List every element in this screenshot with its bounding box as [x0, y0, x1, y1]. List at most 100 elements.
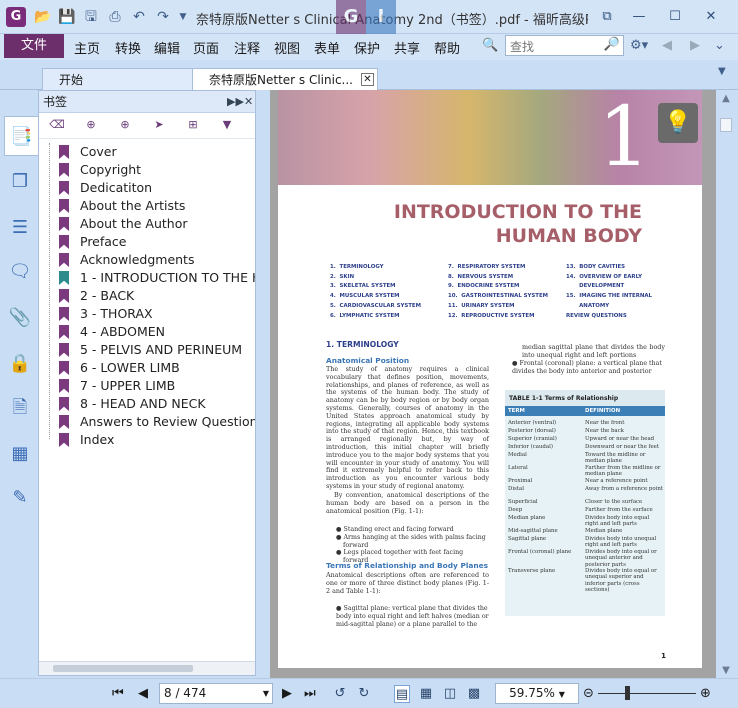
panel-close-icon[interactable]: ✕: [244, 91, 253, 113]
previous-page-icon[interactable]: ◀: [138, 685, 148, 703]
minimize-icon[interactable]: —: [628, 6, 650, 28]
previous-view-icon[interactable]: ↺: [332, 685, 348, 703]
zoom-dropdown-icon[interactable]: ▼: [559, 690, 565, 699]
restore-icon[interactable]: ⧉: [596, 6, 618, 28]
continuous-view-icon[interactable]: ▦: [418, 685, 434, 703]
forward-arrow-icon[interactable]: ▶: [690, 38, 700, 53]
toc-entry[interactable]: 10. GASTROINTESTINAL SYSTEM: [448, 292, 564, 302]
scroll-up-icon[interactable]: ▲: [719, 92, 733, 106]
toc-entry[interactable]: 11. URINARY SYSTEM: [448, 302, 564, 312]
security-lock-icon[interactable]: 🔒: [8, 352, 32, 376]
toc-entry[interactable]: 3. SKELETAL SYSTEM: [330, 282, 446, 292]
zoom-out-icon[interactable]: ⊝: [583, 685, 594, 703]
layers-icon[interactable]: ☰: [8, 216, 32, 240]
menu-convert[interactable]: 转换: [115, 38, 141, 57]
toc-entry[interactable]: 4. MUSCULAR SYSTEM: [330, 292, 446, 302]
bookmark-from-page-icon[interactable]: ⊞: [185, 117, 201, 133]
toc-entry[interactable]: 8. NERVOUS SYSTEM: [448, 273, 564, 283]
scrollbar-thumb-vertical[interactable]: [720, 118, 732, 132]
scrollbar-thumb[interactable]: [53, 665, 193, 672]
menu-home[interactable]: 主页: [74, 38, 100, 57]
toc-entry[interactable]: 5. CARDIOVASCULAR SYSTEM: [330, 302, 446, 312]
expand-bookmarks-icon[interactable]: ▼: [219, 117, 235, 133]
tab-close-icon[interactable]: ✕: [361, 73, 374, 86]
toc-entry[interactable]: 13. BODY CAVITIES: [566, 263, 682, 273]
last-page-icon[interactable]: ⏭: [304, 685, 316, 703]
scroll-down-icon[interactable]: ▼: [719, 664, 733, 678]
panel-collapse-icon[interactable]: ▶▶: [227, 91, 244, 113]
table-cell-definition: Near the back: [585, 428, 624, 434]
page-thumbnails-icon[interactable]: ❐: [8, 170, 32, 194]
save-icon[interactable]: 💾: [58, 8, 76, 26]
search-icon[interactable]: 🔎: [604, 37, 620, 52]
toc-entry[interactable]: 2. SKIN: [330, 273, 446, 283]
delete-bookmark-icon[interactable]: ⌫: [49, 117, 65, 133]
back-arrow-icon[interactable]: ◀: [662, 38, 672, 53]
find-folder-icon[interactable]: 🔍: [482, 38, 498, 53]
toc-entry[interactable]: 6. LYMPHATIC SYSTEM: [330, 312, 446, 322]
menu-help[interactable]: 帮助: [434, 38, 460, 57]
zoom-in-icon[interactable]: ⊕: [700, 685, 711, 703]
vertical-scrollbar[interactable]: ▲ ▼: [716, 90, 738, 678]
continuous-facing-view-icon[interactable]: ▩: [466, 685, 482, 703]
zoom-slider[interactable]: [598, 693, 696, 694]
toc-entry[interactable]: 7. RESPIRATORY SYSTEM: [448, 263, 564, 273]
search-input[interactable]: [506, 37, 596, 57]
toc-entry[interactable]: 1. TERMINOLOGY: [330, 263, 446, 273]
facing-view-icon[interactable]: ◫: [442, 685, 458, 703]
settings-gear-icon[interactable]: ⚙▾: [630, 38, 648, 53]
menu-form[interactable]: 表单: [314, 38, 340, 57]
page-dropdown-icon[interactable]: ▼: [263, 684, 269, 703]
menu-view[interactable]: 视图: [274, 38, 300, 57]
move-bookmark-icon[interactable]: ➤: [151, 117, 167, 133]
bookmark-horizontal-scrollbar[interactable]: [39, 661, 255, 675]
table-cell-term: Sagittal plane: [508, 536, 547, 542]
bookmarks-panel-icon[interactable]: 📑: [4, 116, 38, 156]
tab-document[interactable]: 奈特原版Netter s Clinic... ✕: [192, 68, 378, 90]
print-icon[interactable]: ⎙: [106, 8, 124, 26]
zoom-field[interactable]: 59.75% ▼: [495, 683, 579, 704]
toc-entry[interactable]: REVIEW QUESTIONS: [566, 312, 682, 322]
toc-entry[interactable]: 15. IMAGING THE INTERNAL: [566, 292, 682, 302]
menu-page[interactable]: 页面: [193, 38, 219, 57]
maximize-icon[interactable]: ☐: [664, 6, 686, 28]
redo-icon[interactable]: ↷: [154, 8, 172, 26]
single-page-view-icon[interactable]: ▤: [394, 685, 410, 703]
page-number-field[interactable]: 8 / 474 ▼: [159, 683, 273, 704]
quick-access-dropdown-icon[interactable]: ▼: [174, 8, 192, 26]
menu-comment[interactable]: 注释: [234, 38, 260, 57]
paragraph-2: By convention, anatomical descriptions o…: [326, 491, 489, 515]
content-search-icon[interactable]: 🗎: [8, 396, 32, 420]
ribbon-collapse-icon[interactable]: ⌄: [714, 38, 725, 53]
panel-splitter[interactable]: [256, 90, 270, 678]
menu-protect[interactable]: 保护: [354, 38, 380, 57]
add-child-bookmark-icon[interactable]: ⊕: [117, 117, 133, 133]
toc-entry[interactable]: ANATOMY: [566, 302, 682, 312]
attachments-icon[interactable]: 📎: [8, 306, 32, 330]
menu-share[interactable]: 共享: [394, 38, 420, 57]
zoom-slider-thumb[interactable]: [625, 686, 631, 700]
menu-edit[interactable]: 编辑: [154, 38, 180, 57]
tab-start[interactable]: 开始: [42, 68, 198, 90]
signature-icon[interactable]: ✎: [8, 486, 32, 510]
foxit-logo-icon[interactable]: G: [6, 7, 26, 27]
save-as-icon[interactable]: 🖫: [82, 8, 100, 26]
close-icon[interactable]: ✕: [700, 6, 722, 28]
open-folder-icon[interactable]: 📂: [34, 8, 52, 26]
file-menu-button[interactable]: 文件: [4, 34, 64, 58]
tab-list-dropdown-icon[interactable]: ▼: [718, 66, 726, 77]
add-bookmark-icon[interactable]: ⊕: [83, 117, 99, 133]
toc-entry[interactable]: 12. REPRODUCTIVE SYSTEM: [448, 312, 564, 322]
lightbulb-icon[interactable]: 💡: [658, 103, 698, 143]
form-fields-icon[interactable]: ▦: [8, 442, 32, 466]
comments-icon[interactable]: 🗨: [8, 260, 32, 284]
toc-entry[interactable]: 14. OVERVIEW OF EARLY: [566, 273, 682, 283]
bookmark-ribbon-icon: [59, 307, 69, 321]
first-page-icon[interactable]: ⏮: [112, 685, 124, 703]
undo-icon[interactable]: ↶: [130, 8, 148, 26]
next-page-icon[interactable]: ▶: [282, 685, 292, 703]
search-field[interactable]: 🔎: [505, 35, 624, 57]
toc-entry[interactable]: 9. ENDOCRINE SYSTEM: [448, 282, 564, 292]
next-view-icon[interactable]: ↻: [356, 685, 372, 703]
toc-entry[interactable]: DEVELOPMENT: [566, 282, 682, 292]
